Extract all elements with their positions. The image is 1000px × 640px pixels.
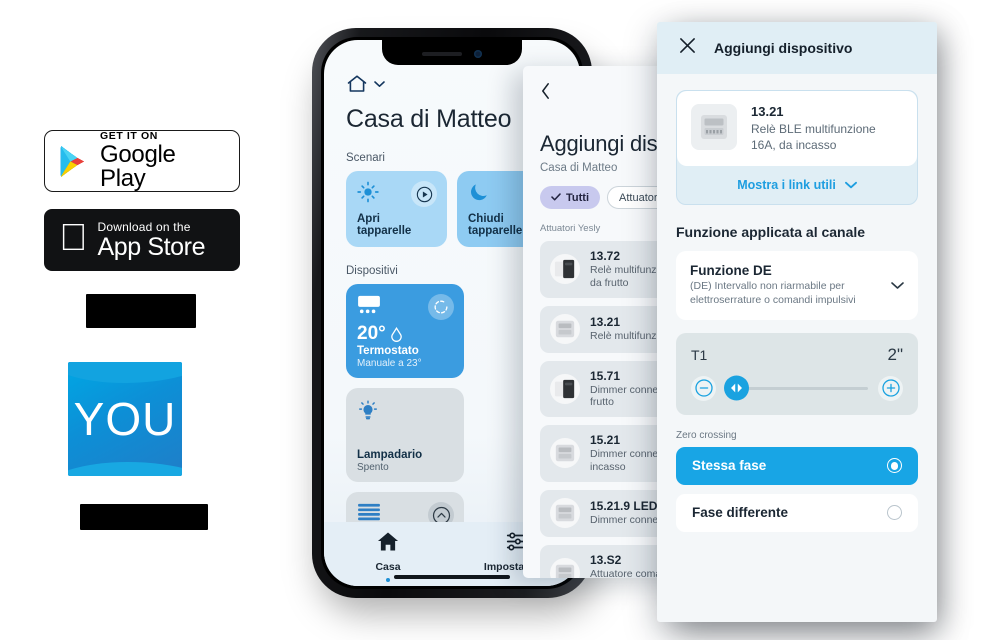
close-icon[interactable] [679,37,696,59]
scenario-card-apri-tapparelle[interactable]: Apri tapparelle [346,171,447,247]
right-panel-body: 13.21 Relè BLE multifunzione 16A, da inc… [657,74,937,532]
app-store-text: Download on the App Store [98,221,206,260]
function-text: Funzione DE (DE) Intervallo non riarmabi… [690,263,883,308]
device-temperature: 20° [357,323,453,345]
refresh-icon[interactable] [428,294,454,320]
device-card-lampadario[interactable]: Lampadario Spento [346,388,464,482]
google-play-badge[interactable]: GET IT ON Google Play [44,130,240,192]
play-icon[interactable] [411,181,437,207]
tab-label: Casa [375,561,401,573]
timer-slider-row [691,375,903,401]
relay-module-icon [550,314,580,345]
app-store-badge[interactable]:  Download on the App Store [44,209,240,271]
bulb-icon [357,399,453,426]
radio-option-label: Fase differente [692,505,789,521]
you-app-logo: YOU [68,362,182,476]
function-name: Funzione DE [690,263,772,279]
chevron-down-icon[interactable] [891,277,904,295]
minus-circle-icon[interactable] [691,375,716,401]
device-temperature-value: 20° [357,323,386,344]
device-text-block: Lampadario Spento [357,449,453,473]
function-description: (DE) Intervallo non riarmabile per elett… [690,280,856,307]
relay-module-icon [550,254,580,285]
right-panel-title: Aggiungi dispositivo [714,40,853,56]
apple-logo-icon:  [59,219,88,257]
relay-module-icon [691,104,737,150]
front-camera-icon [474,49,482,58]
google-play-triangle-icon [59,145,89,178]
check-icon [551,192,561,204]
timer-slider-track[interactable] [724,375,868,401]
device-card-termostato[interactable]: 20° Termostato Manuale a 23° [346,284,464,378]
function-select-card[interactable]: Funzione DE (DE) Intervallo non riarmabi… [676,251,918,320]
selected-device-code: 13.21 [751,104,784,119]
dispositivi-label: Dispositivi [346,265,398,277]
radio-option-label: Stessa fase [692,458,767,474]
dimmer-module-icon [550,373,580,404]
store-badges-column: GET IT ON Google Play  Download on the … [44,130,244,530]
dimmer-module-icon [550,438,580,469]
phone-notch [382,40,522,65]
timer-value: 2" [887,344,904,364]
google-play-small-text: GET IT ON [100,129,158,142]
selected-device-row[interactable]: 13.21 Relè BLE multifunzione 16A, da inc… [677,91,917,167]
dimmer-module-icon [550,498,580,529]
scenario-name: Apri tapparelle [357,213,412,237]
show-useful-links-label: Mostra i link utili [737,178,836,193]
device-name: Lampadario [357,449,423,461]
selected-device-box: 13.21 Relè BLE multifunzione 16A, da inc… [676,90,918,206]
radio-button-selected[interactable] [887,458,902,474]
app-store-big-text: App Store [69,232,206,261]
relay-module-icon [550,558,580,578]
timer-header: T1 2" [691,345,903,365]
home-indicator [394,575,510,579]
home-filled-icon [377,531,399,557]
device-name: Termostato [357,345,419,357]
tab-active-dot [386,578,390,582]
app-store-small-text: Download on the [69,219,191,234]
show-useful-links-button[interactable]: Mostra i link utili [677,166,917,204]
selected-device-text: 13.21 Relè BLE multifunzione 16A, da inc… [751,104,903,153]
google-play-text: GET IT ON Google Play [100,131,225,192]
device-status: Spento [357,462,389,473]
radio-option-stessa-fase[interactable]: Stessa fase [676,446,918,485]
chevron-left-icon[interactable] [540,83,551,104]
redacted-bar-bottom [80,504,208,530]
screenshot-root: GET IT ON Google Play  Download on the … [0,0,1000,640]
redacted-bar-top [86,294,196,328]
timer-slider-knob[interactable] [724,375,749,401]
radio-option-fase-differente[interactable]: Fase differente [676,493,918,532]
zero-crossing-label: Zero crossing [676,429,737,441]
add-device-detail-panel: Aggiungi dispositivo 13.21 Relè BLE mult… [657,22,937,622]
filter-chip-label: Tutti [566,191,590,204]
timer-card: T1 2" [676,332,918,415]
filter-chip-tutti[interactable]: Tutti [540,186,601,209]
selected-device-description: Relè BLE multifunzione 16A, da incasso [751,122,876,152]
earpiece-speaker [422,51,462,56]
timer-label: T1 [691,346,708,363]
device-status: Manuale a 23° [357,358,422,369]
plus-circle-icon[interactable] [878,375,903,401]
chevron-down-icon [374,80,385,88]
section-title: Funzione applicata al canale [676,224,866,241]
radio-button-unselected[interactable] [887,505,902,521]
chevron-down-icon [844,178,857,192]
flame-icon [390,326,402,342]
you-logo-text: YOU [73,393,177,445]
home-icon [346,74,368,94]
right-panel-header: Aggiungi dispositivo [657,22,937,74]
google-play-big-text: Google Play [100,141,176,193]
